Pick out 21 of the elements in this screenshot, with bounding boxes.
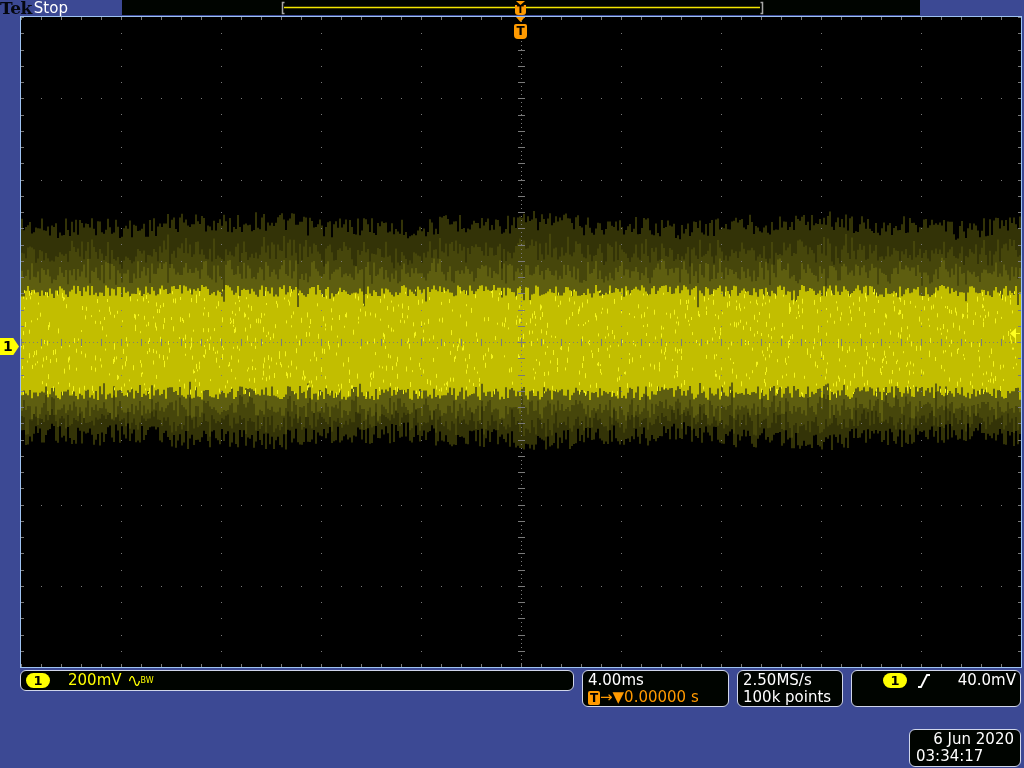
acquisition-status: Stop: [33, 0, 68, 16]
trigger-position-marker: T: [515, 5, 526, 15]
time: 03:34:17: [916, 748, 984, 765]
channel-badge: 1: [26, 673, 50, 688]
trigger-delay: →▼0.00000 s: [600, 689, 699, 706]
record-length: 100k points: [743, 689, 832, 706]
brand-logo: Tek: [0, 0, 32, 16]
trigger-badge: T: [588, 690, 600, 705]
time-scale: 4.00ms: [588, 672, 644, 689]
bandwidth-limit-label: BW: [140, 675, 154, 686]
date: 6 Jun 2020: [933, 731, 1014, 748]
down-triangle-icon: [516, 17, 525, 22]
trigger-position-marker: T: [514, 24, 527, 39]
trigger-level: 40.0mV: [957, 673, 1016, 688]
channel-ground-marker: 1: [0, 338, 19, 355]
rising-edge-icon: [918, 674, 930, 688]
left-pointer-icon: [1010, 328, 1020, 339]
vertical-scale: 200mV: [68, 672, 122, 689]
sample-rate: 2.50MS/s: [743, 672, 812, 689]
down-triangle-icon: [516, 1, 525, 5]
channel-badge: 1: [883, 673, 907, 688]
